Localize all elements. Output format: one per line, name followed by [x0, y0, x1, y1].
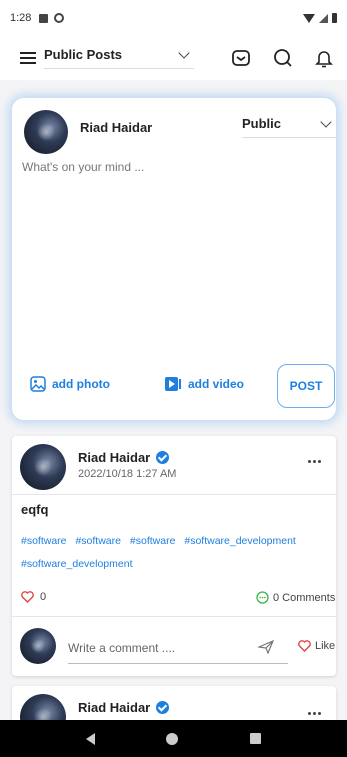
video-icon: [165, 377, 181, 391]
post-text: eqfq: [21, 502, 49, 517]
signal-icon: [319, 13, 328, 23]
app-bar: Public Posts: [0, 36, 347, 80]
avatar[interactable]: [20, 444, 66, 490]
comment-input[interactable]: [68, 632, 288, 664]
system-nav-bar: [0, 720, 347, 757]
more-options-icon[interactable]: [308, 712, 321, 715]
post-card: Riad Haidar 2022/10/18 1:27 AM eqfq #sof…: [12, 436, 336, 676]
notification-icon: [39, 13, 49, 23]
add-photo-button[interactable]: add photo: [30, 376, 110, 392]
post-composer: Riad Haidar Public add photo add video P…: [12, 98, 336, 420]
search-icon[interactable]: [273, 48, 293, 68]
back-icon[interactable]: [85, 732, 95, 745]
home-icon[interactable]: [166, 732, 179, 745]
like-button[interactable]: Like: [298, 640, 335, 652]
add-video-button[interactable]: add video: [164, 376, 244, 392]
privacy-dropdown[interactable]: Public: [242, 115, 336, 138]
hashtag-list: #software #software #software #software_…: [21, 530, 327, 576]
status-bar: 1:28: [0, 0, 347, 36]
chevron-down-icon: [320, 115, 332, 128]
comment-icon: [256, 591, 269, 604]
add-photo-label: add photo: [52, 377, 110, 391]
comments-count[interactable]: 0 Comments: [256, 591, 335, 604]
hashtag-link[interactable]: #software: [130, 530, 176, 553]
chevron-down-icon: [178, 46, 190, 59]
post-timestamp: 2022/10/18 1:27 AM: [78, 468, 177, 480]
divider: [12, 616, 336, 617]
hashtag-link[interactable]: #software: [21, 530, 67, 553]
comments-count-label: 0 Comments: [273, 591, 336, 604]
menu-icon[interactable]: [20, 52, 36, 64]
image-icon: [30, 376, 46, 392]
composer-user-name: Riad Haidar: [80, 120, 153, 135]
hashtag-link[interactable]: #software_development: [184, 530, 296, 553]
heart-icon: [21, 591, 34, 603]
media-icon: [54, 13, 65, 23]
verified-badge-icon: [156, 451, 170, 464]
avatar: [20, 628, 56, 664]
status-time: 1:28: [10, 12, 32, 24]
heart-icon: [298, 640, 311, 652]
post-author[interactable]: Riad Haidar: [78, 450, 170, 465]
send-icon[interactable]: [258, 640, 274, 654]
battery-icon: [332, 13, 337, 23]
post-button[interactable]: POST: [277, 364, 335, 408]
divider: [12, 494, 336, 495]
add-video-label: add video: [188, 377, 245, 391]
notifications-icon[interactable]: [315, 48, 333, 68]
feed-filter-label: Public Posts: [44, 47, 123, 62]
post-text-input[interactable]: [22, 160, 322, 360]
messages-icon[interactable]: [231, 48, 251, 68]
like-button-label: Like: [315, 640, 336, 652]
like-count[interactable]: 0: [21, 591, 46, 603]
like-count-value: 0: [40, 591, 47, 603]
hashtag-link[interactable]: #software_development: [21, 553, 133, 576]
post-author-name: Riad Haidar: [78, 700, 151, 715]
wifi-icon: [303, 13, 315, 23]
post-author[interactable]: Riad Haidar: [78, 700, 170, 715]
feed-filter-dropdown[interactable]: Public Posts: [44, 46, 194, 69]
privacy-label: Public: [242, 116, 282, 131]
more-options-icon[interactable]: [308, 460, 321, 463]
avatar[interactable]: [24, 110, 68, 154]
recent-apps-icon[interactable]: [250, 733, 262, 744]
post-author-name: Riad Haidar: [78, 450, 151, 465]
verified-badge-icon: [156, 701, 170, 714]
hashtag-link[interactable]: #software: [75, 530, 121, 553]
